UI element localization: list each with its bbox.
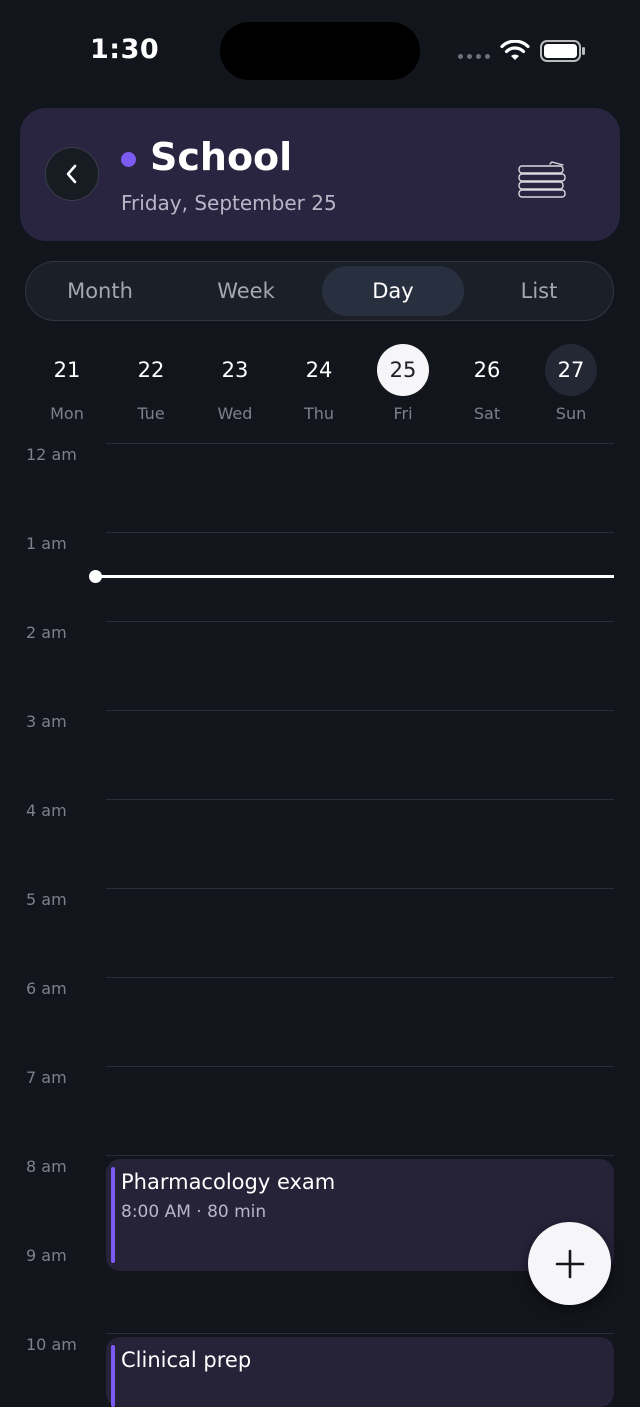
calendar-title: School [150,135,293,179]
hour-gridline [106,710,614,711]
dynamic-island [220,22,420,80]
view-switcher: Month Week Day List [25,261,614,321]
event-title: Pharmacology exam [121,1170,336,1194]
battery-icon [540,40,585,62]
tab-day[interactable]: Day [322,266,464,316]
hour-label: 1 am [26,534,67,553]
plus-icon [555,1249,584,1278]
calendar-color-dot [121,152,136,167]
hour-gridline [106,1066,614,1067]
hour-gridline [106,1155,614,1156]
day-27-today[interactable]: 27 Sun [545,344,597,423]
current-time-indicator [96,575,614,578]
back-button[interactable] [45,147,99,201]
hour-gridline [106,799,614,800]
day-26[interactable]: 26 Sat [461,344,513,423]
selected-date: Friday, September 25 [121,191,337,215]
hour-gridline [106,1333,614,1334]
hour-label: 3 am [26,712,67,731]
cellular-signal-icon [458,54,490,59]
tab-week[interactable]: Week [175,266,317,316]
hour-gridline [106,977,614,978]
hour-gridline [106,888,614,889]
tab-list[interactable]: List [468,266,610,316]
hour-gridline [106,443,614,444]
wifi-icon [500,40,530,60]
hour-label: 5 am [26,890,67,909]
hour-label: 10 am [26,1335,77,1354]
status-bar: 1:30 [0,0,640,100]
event-color-bar [111,1345,115,1407]
day-23[interactable]: 23 Wed [209,344,261,423]
hour-label: 6 am [26,979,67,998]
hour-label: 7 am [26,1068,67,1087]
calendar-header-card: School Friday, September 25 [20,108,620,241]
day-21[interactable]: 21 Mon [41,344,93,423]
hour-gridline [106,532,614,533]
tab-month[interactable]: Month [29,266,171,316]
day-22[interactable]: 22 Tue [125,344,177,423]
event-clinical-prep[interactable]: Clinical prep [106,1337,614,1407]
day-24[interactable]: 24 Thu [293,344,345,423]
add-event-button[interactable] [528,1222,611,1305]
books-icon[interactable] [516,160,570,200]
hour-label: 9 am [26,1246,67,1265]
hour-label: 12 am [26,445,77,464]
chevron-left-icon [66,164,77,184]
event-title: Clinical prep [121,1348,252,1372]
hour-label: 8 am [26,1157,67,1176]
event-time: 8:00 AM · 80 min [121,1202,267,1222]
hour-gridline [106,621,614,622]
day-25-selected[interactable]: 25 Fri [377,344,429,423]
event-color-bar [111,1167,115,1263]
hour-label: 4 am [26,801,67,820]
hour-label: 2 am [26,623,67,642]
status-time: 1:30 [90,34,160,65]
